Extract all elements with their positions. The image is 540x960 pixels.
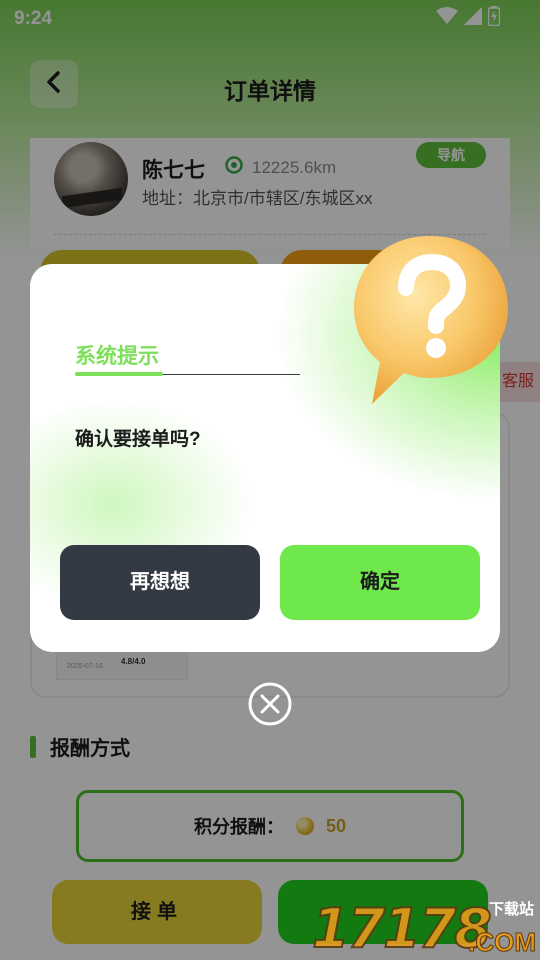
watermark-text: 下载站 xyxy=(488,901,534,918)
site-watermark: 17178 下载站 .COM xyxy=(311,896,538,960)
dialog-message: 确认要接单吗? xyxy=(75,429,201,450)
question-mark-icon xyxy=(346,228,514,412)
confirm-button[interactable]: 确定 xyxy=(280,545,480,620)
cancel-button[interactable]: 再想想 xyxy=(60,545,260,620)
dialog-title: 系统提示 xyxy=(75,345,159,368)
dialog-title-accent xyxy=(75,372,163,376)
close-dialog-button[interactable] xyxy=(248,682,292,726)
watermark-domain: .COM xyxy=(468,927,537,958)
watermark-digits: 17178 xyxy=(311,896,493,960)
